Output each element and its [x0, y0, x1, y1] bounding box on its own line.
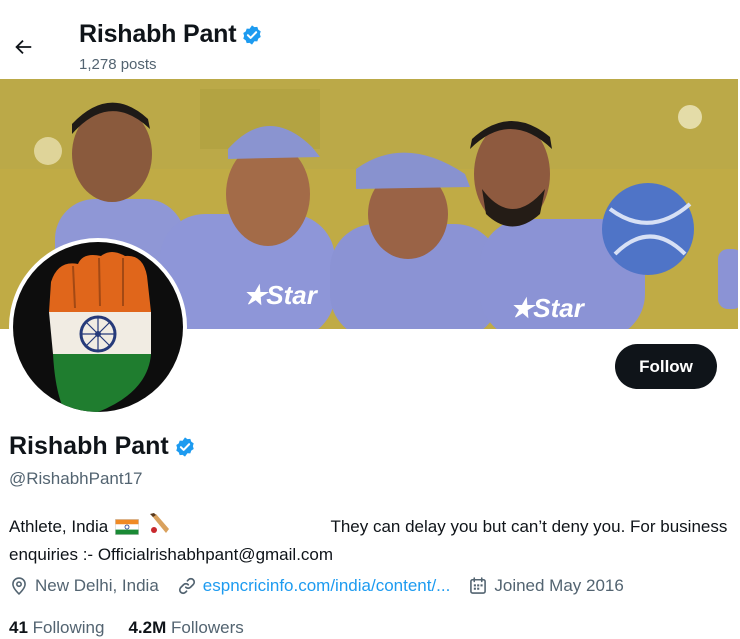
website-item: espncricinfo.com/india/content/... — [177, 576, 451, 596]
following-label: Following — [32, 618, 105, 637]
location-pin-icon — [12, 577, 26, 595]
arrow-left-icon — [15, 39, 32, 55]
svg-text:★Star: ★Star — [243, 280, 319, 310]
avatar-image — [13, 242, 183, 412]
joined-item: Joined May 2016 — [468, 576, 624, 596]
profile-name-row: Rishabh Pant — [9, 432, 196, 461]
location-text: New Delhi, India — [35, 576, 159, 595]
back-button[interactable] — [6, 30, 40, 64]
svg-text:★Star: ★Star — [510, 293, 586, 323]
cricket-bat-icon — [148, 513, 172, 542]
verified-badge-icon[interactable] — [241, 24, 263, 46]
verified-badge-icon[interactable] — [174, 436, 196, 458]
post-count: 1,278 posts — [79, 56, 157, 73]
following-count: 41 — [9, 618, 28, 637]
avatar[interactable] — [9, 238, 187, 416]
profile-bio: Athlete, India They can delay you but ca… — [9, 513, 729, 567]
follow-button[interactable]: Follow — [615, 344, 717, 389]
calendar-icon — [470, 577, 487, 594]
location-item: New Delhi, India — [9, 576, 159, 596]
followers-label: Followers — [171, 618, 244, 637]
followers-link[interactable]: 4.2M Followers — [128, 618, 243, 638]
following-link[interactable]: 41 Following — [9, 618, 104, 638]
link-icon — [178, 577, 195, 595]
header-title-row: Rishabh Pant — [79, 20, 263, 49]
followers-count: 4.2M — [128, 618, 167, 637]
bio-text-start: Athlete, India — [9, 517, 109, 536]
header-title: Rishabh Pant — [79, 20, 237, 48]
user-handle: @RishabhPant17 — [9, 469, 143, 488]
joined-text: Joined May 2016 — [494, 576, 624, 595]
follow-counts: 41 Following 4.2M Followers — [9, 618, 268, 638]
india-flag-icon — [114, 517, 139, 542]
profile-meta: New Delhi, India espncricinfo.com/india/… — [9, 576, 642, 596]
website-link[interactable]: espncricinfo.com/india/content/... — [203, 576, 451, 596]
profile-header: Rishabh Pant 1,278 posts — [0, 0, 740, 79]
display-name: Rishabh Pant — [9, 432, 169, 460]
